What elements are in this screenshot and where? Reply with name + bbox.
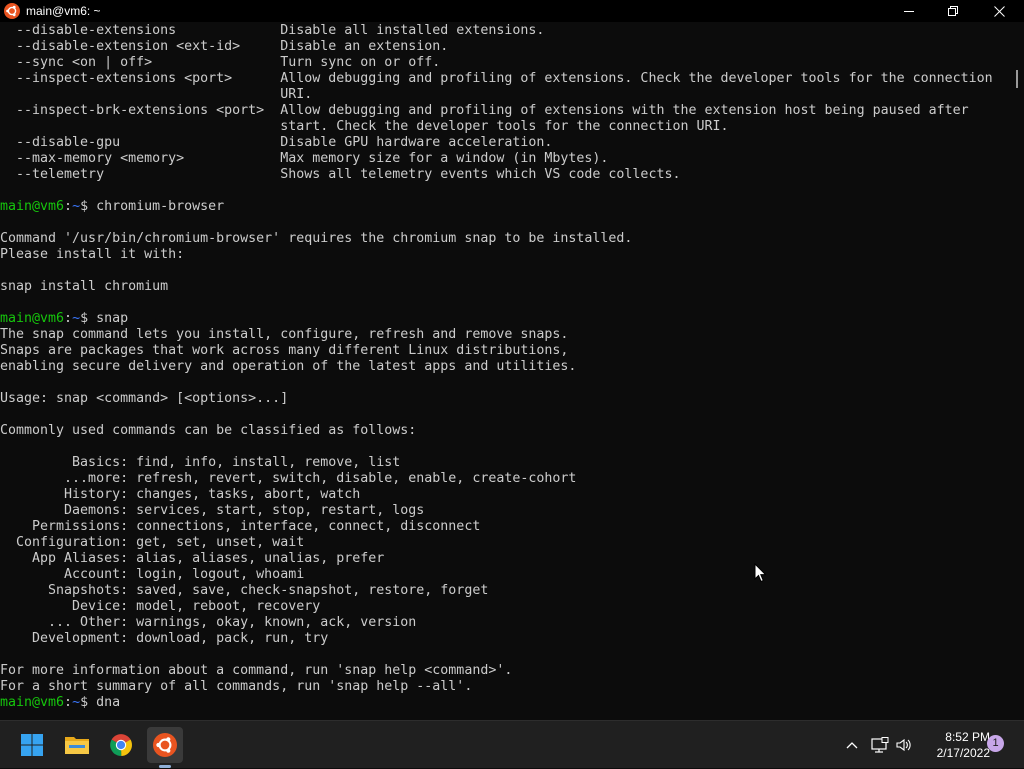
terminal-output-line: enabling secure delivery and operation o… (0, 359, 577, 374)
command-text: snap (96, 311, 129, 326)
terminal-output-line: Account: login, logout, whoami (0, 567, 305, 582)
terminal-output-line: Snapshots: saved, save, check-snapshot, … (0, 583, 489, 598)
file-explorer-button[interactable] (59, 727, 95, 763)
prompt-symbol: $ (80, 695, 97, 710)
prompt-symbol: $ (80, 311, 97, 326)
terminal-output-line: --disable-gpu Disable GPU hardware accel… (0, 135, 553, 150)
chevron-up-icon (846, 742, 858, 749)
terminal-output-line: --telemetry Shows all telemetry events w… (0, 167, 681, 182)
volume-button[interactable] (893, 721, 915, 769)
minimize-icon (904, 11, 914, 12)
terminal-output-line: snap install chromium (0, 279, 169, 294)
mouse-cursor-icon (754, 563, 766, 583)
terminal-output-line: ... Other: warnings, okay, known, ack, v… (0, 615, 417, 630)
prompt-path: ~ (72, 199, 81, 214)
terminal-output-line: --disable-extension <ext-id> Disable an … (0, 39, 449, 54)
minimize-button[interactable] (886, 0, 932, 22)
window-titlebar: main@vm6: ~ (0, 0, 1024, 22)
terminal-output-line: For a short summary of all commands, run… (0, 679, 473, 694)
terminal-output-line: Permissions: connections, interface, con… (0, 519, 481, 534)
tray-overflow-button[interactable] (842, 721, 862, 769)
prompt-user: main@vm6 (0, 695, 65, 710)
terminal-output-line: URI. (0, 87, 313, 102)
prompt-user: main@vm6 (0, 199, 65, 214)
terminal-output-line: --max-memory <memory> Max memory size fo… (0, 151, 609, 166)
folder-icon (65, 737, 89, 754)
taskbar: 8:52 PM 2/17/2022 (0, 720, 1024, 768)
terminal-output-line: --sync <on | off> Turn sync on or off. (0, 55, 441, 70)
network-button[interactable] (869, 721, 891, 769)
terminal-output-line: Usage: snap <command> [<options>...] (0, 391, 289, 406)
ubuntu-icon (4, 3, 20, 19)
close-button[interactable] (976, 0, 1022, 22)
command-text: dna (96, 695, 121, 710)
terminal-output-line: History: changes, tasks, abort, watch (0, 487, 361, 502)
chrome-icon (110, 734, 132, 756)
ubuntu-terminal-button[interactable] (147, 727, 183, 763)
prompt-symbol: $ (80, 199, 97, 214)
chrome-button[interactable] (103, 727, 139, 763)
terminal-output-line: --inspect-brk-extensions <port> Allow de… (0, 103, 969, 118)
command-text: chromium-browser (96, 199, 225, 214)
terminal-output-line: For more information about a command, ru… (0, 663, 513, 678)
prompt-separator: : (64, 695, 73, 710)
maximize-button[interactable] (930, 0, 976, 22)
terminal-area[interactable]: --disable-extensions Disable all install… (0, 22, 1024, 720)
ubuntu-icon (153, 733, 177, 757)
volume-icon (896, 738, 911, 752)
terminal-output-line: Please install it with: (0, 247, 185, 262)
close-icon (993, 5, 1005, 17)
clock-date: 2/17/2022 (936, 746, 990, 760)
terminal-output-line: App Aliases: alias, aliases, unalias, pr… (0, 551, 385, 566)
terminal-prompt-line: main@vm6:~$ snap (0, 311, 993, 327)
terminal-output-line: Command '/usr/bin/chromium-browser' requ… (0, 231, 633, 246)
terminal-scrollbar[interactable] (1016, 70, 1018, 88)
restore-icon (948, 6, 958, 16)
terminal-output-line: The snap command lets you install, confi… (0, 327, 569, 342)
prompt-separator: : (64, 199, 73, 214)
terminal-output-line: Device: model, reboot, recovery (0, 599, 321, 614)
terminal-output-line: Basics: find, info, install, remove, lis… (0, 455, 401, 470)
terminal-output-line: --inspect-extensions <port> Allow debugg… (0, 71, 993, 86)
taskbar-clock[interactable]: 8:52 PM 2/17/2022 (918, 729, 990, 761)
terminal-output-line: Snaps are packages that work across many… (0, 343, 569, 358)
prompt-path: ~ (72, 311, 81, 326)
terminal-output: --disable-extensions Disable all install… (0, 23, 993, 711)
prompt-separator: : (64, 311, 73, 326)
terminal-output-line: start. Check the developer tools for the… (0, 119, 729, 134)
window-title: main@vm6: ~ (26, 4, 101, 18)
terminal-output-line: Development: download, pack, run, try (0, 631, 329, 646)
windows-logo-icon (21, 734, 43, 756)
start-button[interactable] (14, 727, 50, 763)
terminal-prompt-line: main@vm6:~$ chromium-browser (0, 199, 993, 215)
notification-badge[interactable]: 1 (987, 735, 1004, 752)
prompt-user: main@vm6 (0, 311, 65, 326)
network-icon (871, 737, 889, 753)
terminal-output-line: Daemons: services, start, stop, restart,… (0, 503, 425, 518)
terminal-prompt-line: main@vm6:~$ dna (0, 695, 993, 711)
clock-time: 8:52 PM (945, 730, 990, 744)
terminal-output-line: ...more: refresh, revert, switch, disabl… (0, 471, 577, 486)
terminal-output-line: Commonly used commands can be classified… (0, 423, 417, 438)
terminal-output-line: Configuration: get, set, unset, wait (0, 535, 305, 550)
terminal-output-line: --disable-extensions Disable all install… (0, 23, 545, 38)
prompt-path: ~ (72, 695, 81, 710)
